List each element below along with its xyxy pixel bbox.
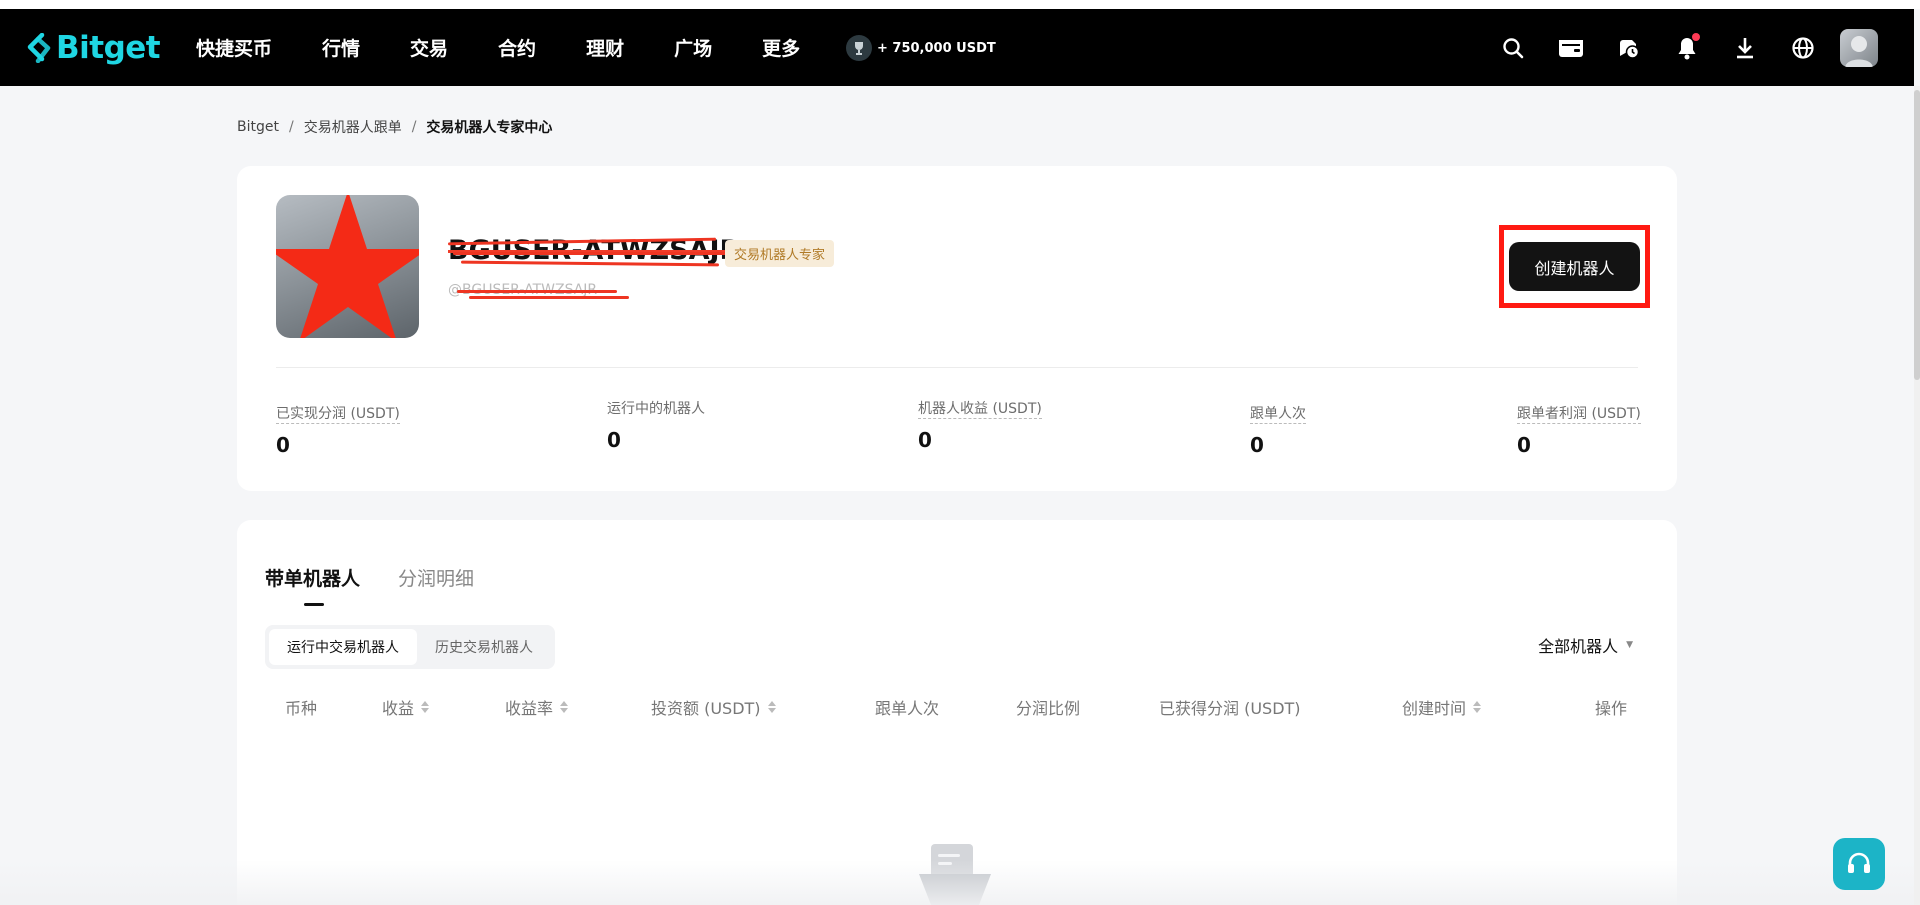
column-share-ratio: 分润比例: [1016, 699, 1081, 718]
column-profit-rate[interactable]: 收益率: [505, 695, 569, 719]
nav-item-earn[interactable]: 理财: [586, 34, 624, 61]
column-created-time[interactable]: 创建时间: [1402, 695, 1482, 719]
stat-value: 0: [1517, 433, 1531, 457]
column-investment[interactable]: 投资额 (USDT): [651, 695, 776, 719]
profile-card: BGUSER-ATWZSAJR 交易机器人专家 @BGUSER-ATWZSAJR…: [237, 166, 1677, 491]
stat-label: 运行中的机器人: [607, 401, 705, 417]
column-label: 创建时间: [1402, 699, 1467, 718]
scrollbar-thumb[interactable]: [1914, 90, 1920, 380]
column-profit[interactable]: 收益: [382, 695, 430, 719]
customer-support-button[interactable]: [1833, 838, 1885, 890]
breadcrumb-level1[interactable]: 交易机器人跟单: [304, 117, 402, 137]
column-label: 投资额 (USDT): [651, 699, 761, 718]
wallet-icon[interactable]: [1542, 28, 1600, 68]
segment-running[interactable]: 运行中交易机器人: [269, 629, 417, 665]
profile-divider: [276, 367, 1638, 368]
breadcrumb: Bitget / 交易机器人跟单 / 交易机器人专家中心: [237, 117, 552, 137]
column-copy-count: 跟单人次: [875, 699, 940, 718]
tab-profit-share-details[interactable]: 分润明细: [398, 564, 474, 591]
breadcrumb-root[interactable]: Bitget: [237, 119, 279, 135]
column-actions: 操作: [1595, 699, 1628, 718]
stat-label[interactable]: 已实现分润 (USDT): [276, 406, 400, 424]
stat-value: 0: [607, 428, 621, 452]
stat-value: 0: [1250, 433, 1264, 457]
column-earned-share: 已获得分润 (USDT): [1159, 699, 1301, 718]
headset-icon: [1848, 852, 1870, 873]
breadcrumb-separator: /: [411, 119, 417, 135]
robots-card: 带单机器人 分润明细 运行中交易机器人 历史交易机器人 全部机器人 ▼ 币种 收…: [237, 520, 1677, 905]
nav-item-quick-buy[interactable]: 快捷买币: [196, 34, 272, 61]
nav-item-markets[interactable]: 行情: [322, 34, 360, 61]
column-label: 收益: [382, 699, 415, 718]
tab-copy-robots[interactable]: 带单机器人: [265, 564, 360, 591]
tab-bar: 带单机器人 分润明细: [265, 564, 512, 591]
bell-icon[interactable]: [1658, 28, 1716, 68]
history-icon[interactable]: [1600, 28, 1658, 68]
window-top-strip: [0, 0, 1920, 9]
stat-follower-profit: 跟单者利润 (USDT) 0: [1517, 403, 1641, 457]
column-label: 收益率: [505, 699, 554, 718]
robot-status-toggle: 运行中交易机器人 历史交易机器人: [265, 625, 555, 669]
promo-banner[interactable]: + 750,000 USDT: [846, 35, 996, 61]
active-tab-indicator: [304, 603, 324, 606]
nav-icon-group: [1484, 9, 1878, 86]
nav-item-square[interactable]: 广场: [674, 34, 712, 61]
sort-icon: [1473, 701, 1482, 713]
stat-value: 0: [918, 428, 932, 452]
profile-avatar: [276, 195, 419, 338]
search-icon[interactable]: [1484, 28, 1542, 68]
top-navbar: Bitget 快捷买币 行情 交易 合约 理财 广场 更多 + 750,000 …: [0, 9, 1914, 86]
expert-badge: 交易机器人专家: [725, 240, 835, 267]
main-nav: 快捷买币 行情 交易 合约 理财 广场 更多: [196, 9, 850, 86]
stat-copy-count: 跟单人次 0: [1250, 403, 1306, 457]
sort-icon: [767, 701, 776, 713]
redaction-scribble: [469, 296, 629, 299]
sort-icon: [560, 701, 569, 713]
stat-label[interactable]: 机器人收益 (USDT): [918, 401, 1042, 419]
stat-robot-profit: 机器人收益 (USDT) 0: [918, 398, 1042, 452]
stat-label[interactable]: 跟单人次: [1250, 406, 1306, 424]
download-icon[interactable]: [1716, 28, 1774, 68]
star-redaction-icon: [276, 195, 419, 338]
nav-item-futures[interactable]: 合约: [498, 34, 536, 61]
nav-item-more[interactable]: 更多: [762, 34, 800, 61]
create-robot-button[interactable]: 创建机器人: [1509, 242, 1640, 291]
sort-icon: [421, 701, 430, 713]
robot-filter-dropdown[interactable]: 全部机器人 ▼: [1538, 633, 1633, 657]
globe-icon[interactable]: [1774, 28, 1832, 68]
chevron-down-icon: ▼: [1626, 640, 1633, 650]
redaction-scribble: [457, 290, 617, 293]
column-coin: 币种: [285, 699, 318, 718]
trophy-icon: [846, 35, 872, 61]
nav-item-trade[interactable]: 交易: [410, 34, 448, 61]
user-avatar[interactable]: [1840, 28, 1878, 67]
stat-realized-profit-share: 已实现分润 (USDT) 0: [276, 403, 400, 457]
brand-name: Bitget: [56, 30, 161, 66]
bitget-logo[interactable]: Bitget: [26, 30, 161, 66]
redaction-scribble: [453, 252, 728, 255]
notification-dot: [1692, 32, 1700, 41]
breadcrumb-separator: /: [288, 119, 294, 135]
stat-label[interactable]: 跟单者利润 (USDT): [1517, 406, 1641, 424]
bitget-logo-mark-icon: [27, 33, 51, 63]
promo-text: + 750,000 USDT: [877, 40, 996, 56]
breadcrumb-current: 交易机器人专家中心: [426, 120, 553, 136]
segment-history[interactable]: 历史交易机器人: [417, 629, 551, 665]
empty-state-icon: [917, 840, 997, 905]
stat-value: 0: [276, 433, 290, 457]
stat-running-robots: 运行中的机器人 0: [607, 398, 705, 452]
filter-label: 全部机器人: [1538, 637, 1619, 656]
